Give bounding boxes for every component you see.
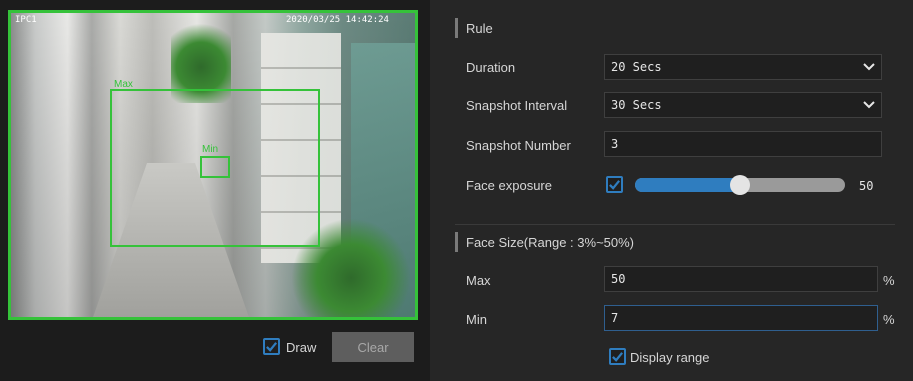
clear-button[interactable]: Clear: [332, 332, 414, 362]
face-exposure-slider[interactable]: [635, 175, 845, 195]
face-size-min-unit: %: [883, 312, 895, 327]
slider-knob[interactable]: [730, 175, 750, 195]
roi-min-box[interactable]: [200, 156, 230, 178]
duration-label: Duration: [466, 60, 516, 75]
roi-min-label: Min: [202, 144, 219, 155]
snapshot-number-input[interactable]: 3: [604, 131, 882, 157]
draw-checkbox[interactable]: [263, 338, 280, 355]
camera-preview[interactable]: IPC1 2020/03/25 14:42:24 Max Min: [8, 10, 418, 320]
face-size-max-unit: %: [883, 273, 895, 288]
display-range-label: Display range: [630, 350, 710, 365]
section-marker: [455, 232, 458, 252]
video-timestamp: 2020/03/25 14:42:24: [286, 15, 389, 25]
face-size-max-label: Max: [466, 273, 491, 288]
chevron-down-icon: [863, 63, 875, 71]
camera-label: IPC1: [15, 15, 37, 25]
divider: [455, 224, 895, 225]
snapshot-interval-select[interactable]: 30 Secs: [604, 92, 882, 118]
duration-value: 20 Secs: [611, 60, 662, 74]
face-size-min-label: Min: [466, 312, 487, 327]
display-range-checkbox[interactable]: [609, 348, 626, 365]
slider-fill: [635, 178, 740, 192]
section-marker: [455, 18, 458, 38]
snapshot-interval-label: Snapshot Interval: [466, 98, 568, 113]
draw-label: Draw: [286, 340, 317, 355]
checkmark-icon: [266, 342, 278, 352]
chevron-down-icon: [863, 101, 875, 109]
snapshot-number-value: 3: [611, 137, 619, 151]
face-exposure-label: Face exposure: [466, 178, 552, 193]
roi-max-label: Max: [114, 79, 133, 90]
face-size-title: Face Size(Range : 3%~50%): [466, 235, 635, 250]
snapshot-interval-value: 30 Secs: [611, 98, 662, 112]
face-exposure-value: 50: [859, 179, 874, 193]
face-size-max-input[interactable]: 50: [604, 266, 878, 292]
face-size-min-input[interactable]: 7: [604, 305, 878, 331]
duration-select[interactable]: 20 Secs: [604, 54, 882, 80]
face-exposure-checkbox[interactable]: [606, 176, 623, 193]
checkmark-icon: [612, 352, 624, 362]
snapshot-number-label: Snapshot Number: [466, 138, 571, 153]
face-size-min-value: 7: [611, 311, 619, 325]
checkmark-icon: [609, 180, 621, 190]
rule-title: Rule: [466, 21, 493, 36]
preview-panel: IPC1 2020/03/25 14:42:24 Max Min Draw Cl…: [0, 0, 430, 381]
face-size-max-value: 50: [611, 272, 626, 286]
